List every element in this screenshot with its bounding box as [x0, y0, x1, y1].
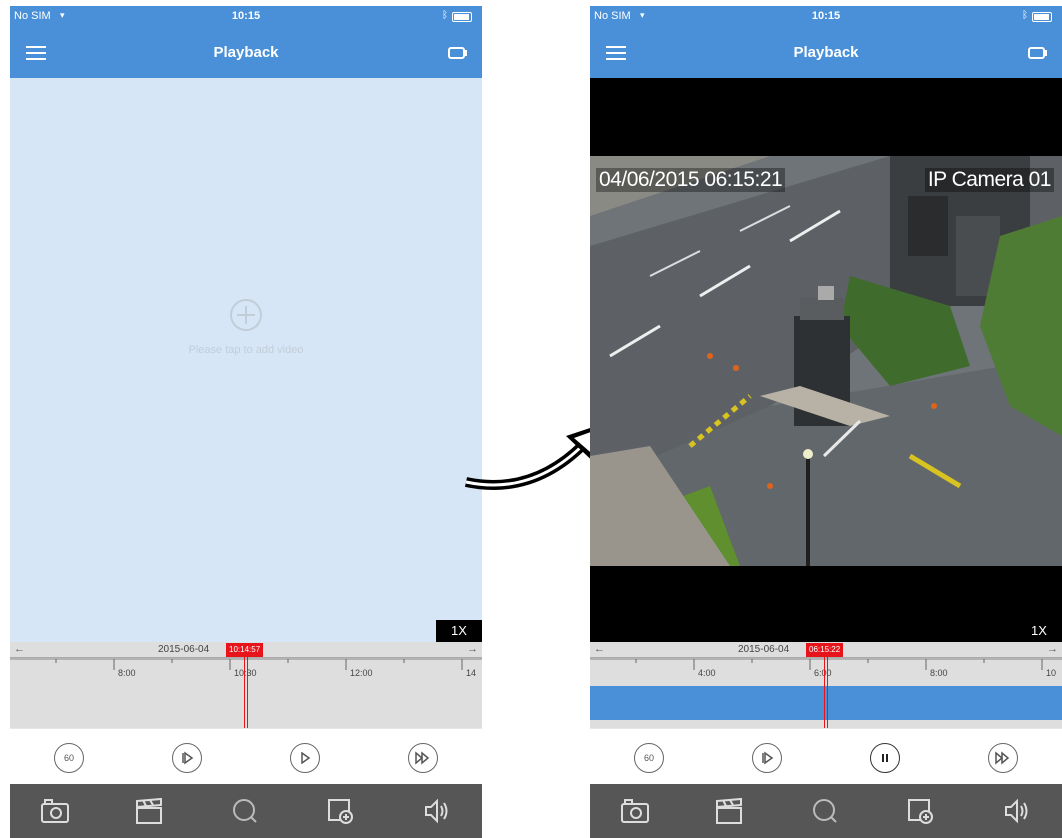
slow-play-button[interactable] [752, 743, 782, 773]
tick-label: 8:00 [930, 668, 948, 678]
clapperboard-record-icon[interactable] [134, 797, 164, 825]
rewind-60-label: 60 [63, 753, 74, 763]
camera-feed-image: 04/06/2015 06:15:21 IP Camera 01 [590, 156, 1062, 566]
add-video-button[interactable]: Please tap to add video [10, 298, 482, 356]
status-bar: No SIM ▾ 10:15 ᛒ [10, 6, 482, 28]
osd-camera-name: IP Camera 01 [924, 168, 1054, 192]
playback-controls: 60 [590, 728, 1062, 784]
timeline-cursor[interactable] [244, 656, 248, 728]
camera-snapshot-icon[interactable] [40, 797, 70, 825]
battery-icon [1032, 12, 1052, 22]
tick-label: 12:00 [350, 668, 373, 678]
play-icon [301, 752, 311, 764]
camera-snapshot-icon[interactable] [620, 797, 650, 825]
rewind-60-label: 60 [643, 753, 654, 763]
arrow-right-icon[interactable]: → [1047, 643, 1058, 655]
page-title: Playback [793, 44, 859, 61]
tick-label: 14 [466, 668, 477, 678]
bluetooth-icon: ᛒ [442, 10, 448, 21]
slow-play-icon [762, 751, 774, 765]
video-window-empty[interactable]: Please tap to add video 1X [10, 78, 482, 642]
add-screen-icon[interactable] [326, 797, 356, 825]
nav-bar: Playback [10, 28, 482, 78]
camera-switch-icon[interactable] [448, 46, 468, 60]
rewind-60-button[interactable]: 60 [634, 743, 664, 773]
phone-screen-after: No SIM ▾ 10:15 ᛒ Playback 04/06/2015 06:… [590, 6, 1062, 838]
speaker-icon[interactable] [1002, 797, 1032, 825]
tick-label: 8:00 [118, 668, 136, 678]
nav-bar: Playback [590, 28, 1062, 78]
tick-label: 10 [1046, 668, 1057, 678]
slow-play-button[interactable] [172, 743, 202, 773]
clock: 10:15 [811, 10, 841, 22]
timeline-date: 2015-06-04 [738, 644, 790, 655]
playback-timeline[interactable]: ← 2015-06-04 10:14:57 → 8:00 10:30 12:00… [10, 642, 482, 728]
arrow-left-icon[interactable]: ← [14, 643, 25, 655]
tick-label: 6:00 [814, 668, 832, 678]
fast-forward-icon [415, 751, 430, 765]
timeline-current-time: 06:15:22 [806, 643, 844, 657]
video-window-playing[interactable]: 04/06/2015 06:15:21 IP Camera 01 1X [590, 78, 1062, 642]
add-screen-icon[interactable] [906, 797, 936, 825]
rewind-60-button[interactable]: 60 [54, 743, 84, 773]
osd-timestamp: 04/06/2015 06:15:21 [596, 168, 786, 192]
speed-indicator: 1X [1016, 620, 1062, 642]
arrow-right-icon[interactable]: → [467, 643, 478, 655]
clapperboard-record-icon[interactable] [714, 797, 744, 825]
fast-forward-icon [995, 751, 1010, 765]
bottom-toolbar [10, 784, 482, 838]
arrow-left-icon[interactable]: ← [594, 643, 605, 655]
search-icon[interactable] [230, 797, 260, 825]
slow-play-icon [182, 751, 194, 765]
play-button[interactable] [290, 743, 320, 773]
page-title: Playback [213, 44, 279, 61]
playback-timeline[interactable]: ← 2015-06-04 06:15:22 → 4:00 6:00 8:00 1… [590, 642, 1062, 728]
status-bar: No SIM ▾ 10:15 ᛒ [590, 6, 1062, 28]
camera-switch-icon[interactable] [1028, 46, 1048, 60]
bottom-toolbar [590, 784, 1062, 838]
pause-icon [882, 754, 888, 762]
clock: 10:15 [231, 10, 261, 22]
search-icon[interactable] [810, 797, 840, 825]
add-video-hint: Please tap to add video [188, 344, 304, 356]
timeline-date: 2015-06-04 [158, 644, 210, 655]
battery-icon [452, 12, 472, 22]
speaker-icon[interactable] [422, 797, 452, 825]
fast-forward-button[interactable] [988, 743, 1018, 773]
bluetooth-icon: ᛒ [1022, 10, 1028, 21]
tick-label: 4:00 [698, 668, 716, 678]
phone-screen-before: No SIM ▾ 10:15 ᛒ Playback Please tap to … [10, 6, 482, 838]
playback-controls: 60 [10, 728, 482, 784]
timeline-current-time: 10:14:57 [226, 643, 264, 657]
parking-gate-scene [590, 156, 1062, 566]
add-circle-icon [230, 299, 262, 331]
speed-indicator: 1X [436, 620, 482, 642]
pause-button[interactable] [870, 743, 900, 773]
fast-forward-button[interactable] [408, 743, 438, 773]
timeline-cursor[interactable] [824, 656, 828, 728]
